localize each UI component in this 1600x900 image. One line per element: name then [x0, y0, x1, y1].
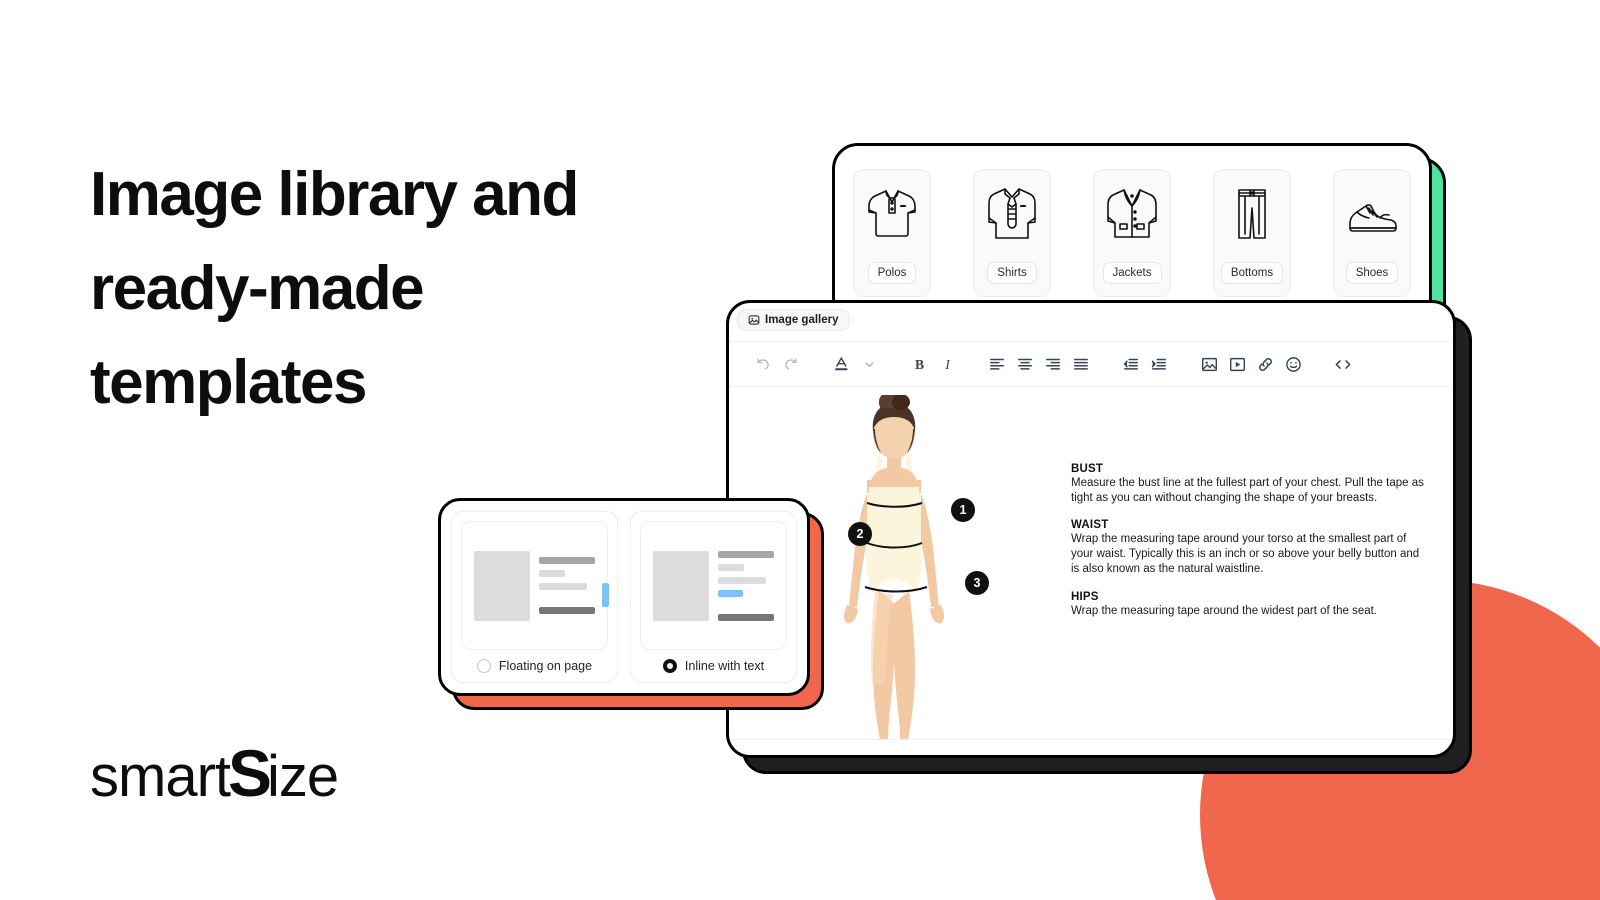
svg-text:B: B: [914, 356, 923, 371]
category-label: Polos: [867, 262, 917, 284]
template-layout-picker: Floating on page Inline with text: [438, 498, 810, 696]
category-card: Polos Shirts Jackets Bottoms Shoes: [832, 143, 1432, 323]
section-body-hips: Wrap the measuring tape around the wides…: [1071, 604, 1377, 617]
undo-icon[interactable]: [749, 350, 777, 378]
layout-option-label: Floating on page: [498, 659, 593, 673]
shoe-icon: [1344, 182, 1400, 244]
placeholder-image-block: [653, 550, 709, 621]
placeholder-text-lines: [539, 557, 609, 614]
editor-statusbar: [729, 739, 1453, 755]
text-color-icon[interactable]: [827, 350, 855, 378]
section-heading-hips: HIPS: [1071, 590, 1099, 603]
editor-content: 1 2 3 BUST Measure the bust line at the …: [729, 387, 1453, 739]
outdent-icon[interactable]: [1117, 350, 1145, 378]
section-body-bust: Measure the bust line at the fullest par…: [1071, 477, 1424, 504]
inline-highlight-line: [718, 589, 743, 597]
placeholder-line: [718, 576, 767, 584]
polo-shirt-icon: [864, 182, 920, 244]
radio-floating-on-page[interactable]: [476, 659, 491, 673]
measurement-marker-2: 2: [848, 522, 872, 546]
headline-line-2: ready-made: [90, 254, 425, 324]
category-item-polos[interactable]: Polos: [853, 169, 931, 297]
placeholder-line: [718, 563, 744, 571]
logo-part-2: ize: [267, 744, 339, 809]
category-label: Jackets: [1102, 262, 1162, 284]
layout-option-inline[interactable]: Inline with text: [630, 511, 797, 683]
layout-option-footer: Floating on page: [461, 650, 608, 673]
category-item-shoes[interactable]: Shoes: [1333, 169, 1411, 297]
section-body-waist: Wrap the measuring tape around your tors…: [1071, 533, 1420, 575]
category-item-bottoms[interactable]: Bottoms: [1213, 169, 1291, 297]
editor-tabbar: Image gallery: [729, 303, 1453, 341]
layout-option-label: Inline with text: [684, 659, 765, 673]
italic-icon[interactable]: I: [933, 350, 961, 378]
align-left-icon[interactable]: [983, 350, 1011, 378]
placeholder-text-lines: [718, 550, 774, 621]
redo-icon[interactable]: [777, 350, 805, 378]
align-justify-icon[interactable]: [1067, 350, 1095, 378]
logo-accent-letter: S: [228, 736, 272, 810]
floating-highlight-bar: [602, 583, 609, 607]
align-center-icon[interactable]: [1011, 350, 1039, 378]
dress-shirt-tie-icon: [984, 182, 1040, 244]
headline-line-3: templates: [90, 348, 367, 418]
placeholder-line: [718, 613, 774, 621]
page-title: Image library and ready-made templates: [90, 148, 710, 431]
insert-image-icon[interactable]: [1195, 350, 1223, 378]
chevron-down-icon[interactable]: [855, 350, 883, 378]
tab-image-gallery[interactable]: Image gallery: [737, 309, 850, 331]
layout-option-floating[interactable]: Floating on page: [451, 511, 618, 683]
editor-card: Image gallery B I 1 2 3 BUST Measure the…: [726, 300, 1456, 758]
layout-option-footer: Inline with text: [640, 650, 787, 673]
category-card-group: Polos Shirts Jackets Bottoms Shoes: [832, 143, 1446, 337]
measurement-instructions: BUST Measure the bust line at the fulles…: [1043, 395, 1439, 739]
measurement-marker-1: 1: [951, 498, 975, 522]
category-item-jackets[interactable]: Jackets: [1093, 169, 1171, 297]
align-right-icon[interactable]: [1039, 350, 1067, 378]
placeholder-line: [539, 607, 595, 614]
editor-card-group: Image gallery B I 1 2 3 BUST Measure the…: [726, 300, 1472, 774]
tab-label: Image gallery: [765, 314, 839, 326]
category-label: Shoes: [1345, 262, 1399, 284]
logo-part-1: smart: [90, 744, 231, 809]
radio-inline-with-text[interactable]: [662, 659, 677, 673]
svg-text:I: I: [944, 356, 951, 371]
category-label: Shirts: [987, 262, 1037, 284]
page-stage: Image library and ready-made templates s…: [0, 0, 1600, 900]
layout-preview-inline: [640, 521, 787, 650]
bold-icon[interactable]: B: [905, 350, 933, 378]
headline-line-1: Image library and: [90, 160, 579, 229]
section-heading-bust: BUST: [1071, 463, 1104, 475]
insert-video-icon[interactable]: [1223, 350, 1251, 378]
trousers-icon: [1224, 182, 1280, 244]
insert-link-icon[interactable]: [1251, 350, 1279, 378]
category-label: Bottoms: [1220, 262, 1284, 284]
placeholder-line: [718, 550, 774, 558]
placeholder-line: [539, 583, 588, 590]
image-gallery-icon: [748, 314, 760, 326]
template-card-group: Floating on page Inline with text: [438, 498, 824, 710]
indent-icon[interactable]: [1145, 350, 1173, 378]
code-view-icon[interactable]: [1329, 350, 1357, 378]
editor-toolbar: B I: [729, 341, 1453, 387]
section-heading-waist: WAIST: [1071, 519, 1109, 532]
brand-logo: smart Size: [90, 735, 339, 811]
placeholder-line: [539, 570, 565, 577]
measurement-marker-3: 3: [965, 571, 989, 595]
layout-preview-floating: [461, 521, 609, 650]
emoji-icon[interactable]: [1279, 350, 1307, 378]
placeholder-image-block: [474, 550, 530, 621]
placeholder-line: [539, 557, 595, 564]
jacket-icon: [1104, 182, 1160, 244]
category-item-shirts[interactable]: Shirts: [973, 169, 1051, 297]
